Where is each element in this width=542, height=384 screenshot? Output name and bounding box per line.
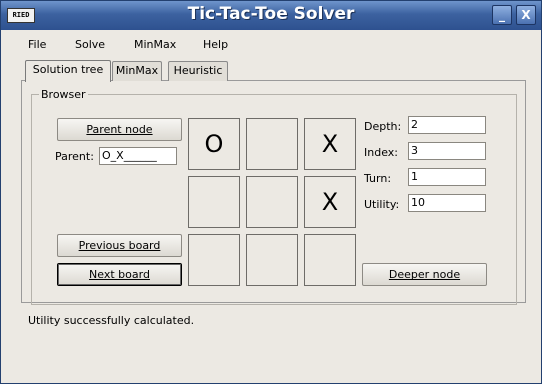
next-board-button[interactable]: Next board <box>57 263 182 286</box>
utility-label: Utility: <box>364 198 400 211</box>
close-button[interactable]: X <box>516 5 536 25</box>
board-cell[interactable]: X <box>304 176 356 228</box>
menu-file[interactable]: File <box>28 38 46 51</box>
turn-label: Turn: <box>364 172 392 185</box>
board-cell[interactable]: O <box>188 118 240 170</box>
index-field[interactable]: 3 <box>408 142 486 160</box>
minimize-button[interactable]: _ <box>492 5 512 25</box>
tab-solution-tree[interactable]: Solution tree <box>25 60 111 82</box>
board-cell[interactable] <box>188 176 240 228</box>
board-cell[interactable] <box>304 234 356 286</box>
menu-solve[interactable]: Solve <box>75 38 105 51</box>
board-cell[interactable]: X <box>304 118 356 170</box>
deeper-node-button[interactable]: Deeper node <box>362 263 487 286</box>
turn-field[interactable]: 1 <box>408 168 486 186</box>
board-cell[interactable] <box>246 234 298 286</box>
status-text: Utility successfully calculated. <box>28 314 195 327</box>
menu-minmax[interactable]: MinMax <box>134 38 176 51</box>
board-cell[interactable] <box>246 118 298 170</box>
browser-group-label: Browser <box>39 88 88 101</box>
board-cell[interactable] <box>246 176 298 228</box>
board-cell[interactable] <box>188 234 240 286</box>
previous-board-button[interactable]: Previous board <box>57 234 182 257</box>
parent-node-button[interactable]: Parent node <box>57 118 182 141</box>
menu-help[interactable]: Help <box>203 38 228 51</box>
utility-field[interactable]: 10 <box>408 194 486 212</box>
parent-label: Parent: <box>55 150 94 163</box>
tab-heuristic[interactable]: Heuristic <box>168 61 228 81</box>
title-bar[interactable]: RIED Tic-Tac-Toe Solver _ X <box>1 1 541 30</box>
parent-field[interactable]: O_X______ <box>99 147 177 165</box>
app-window: RIED Tic-Tac-Toe Solver _ X File Solve M… <box>0 0 542 384</box>
window-title: Tic-Tac-Toe Solver <box>187 4 355 24</box>
index-label: Index: <box>364 146 398 159</box>
tab-minmax[interactable]: MinMax <box>112 61 162 81</box>
depth-label: Depth: <box>364 120 402 133</box>
depth-field[interactable]: 2 <box>408 116 486 134</box>
